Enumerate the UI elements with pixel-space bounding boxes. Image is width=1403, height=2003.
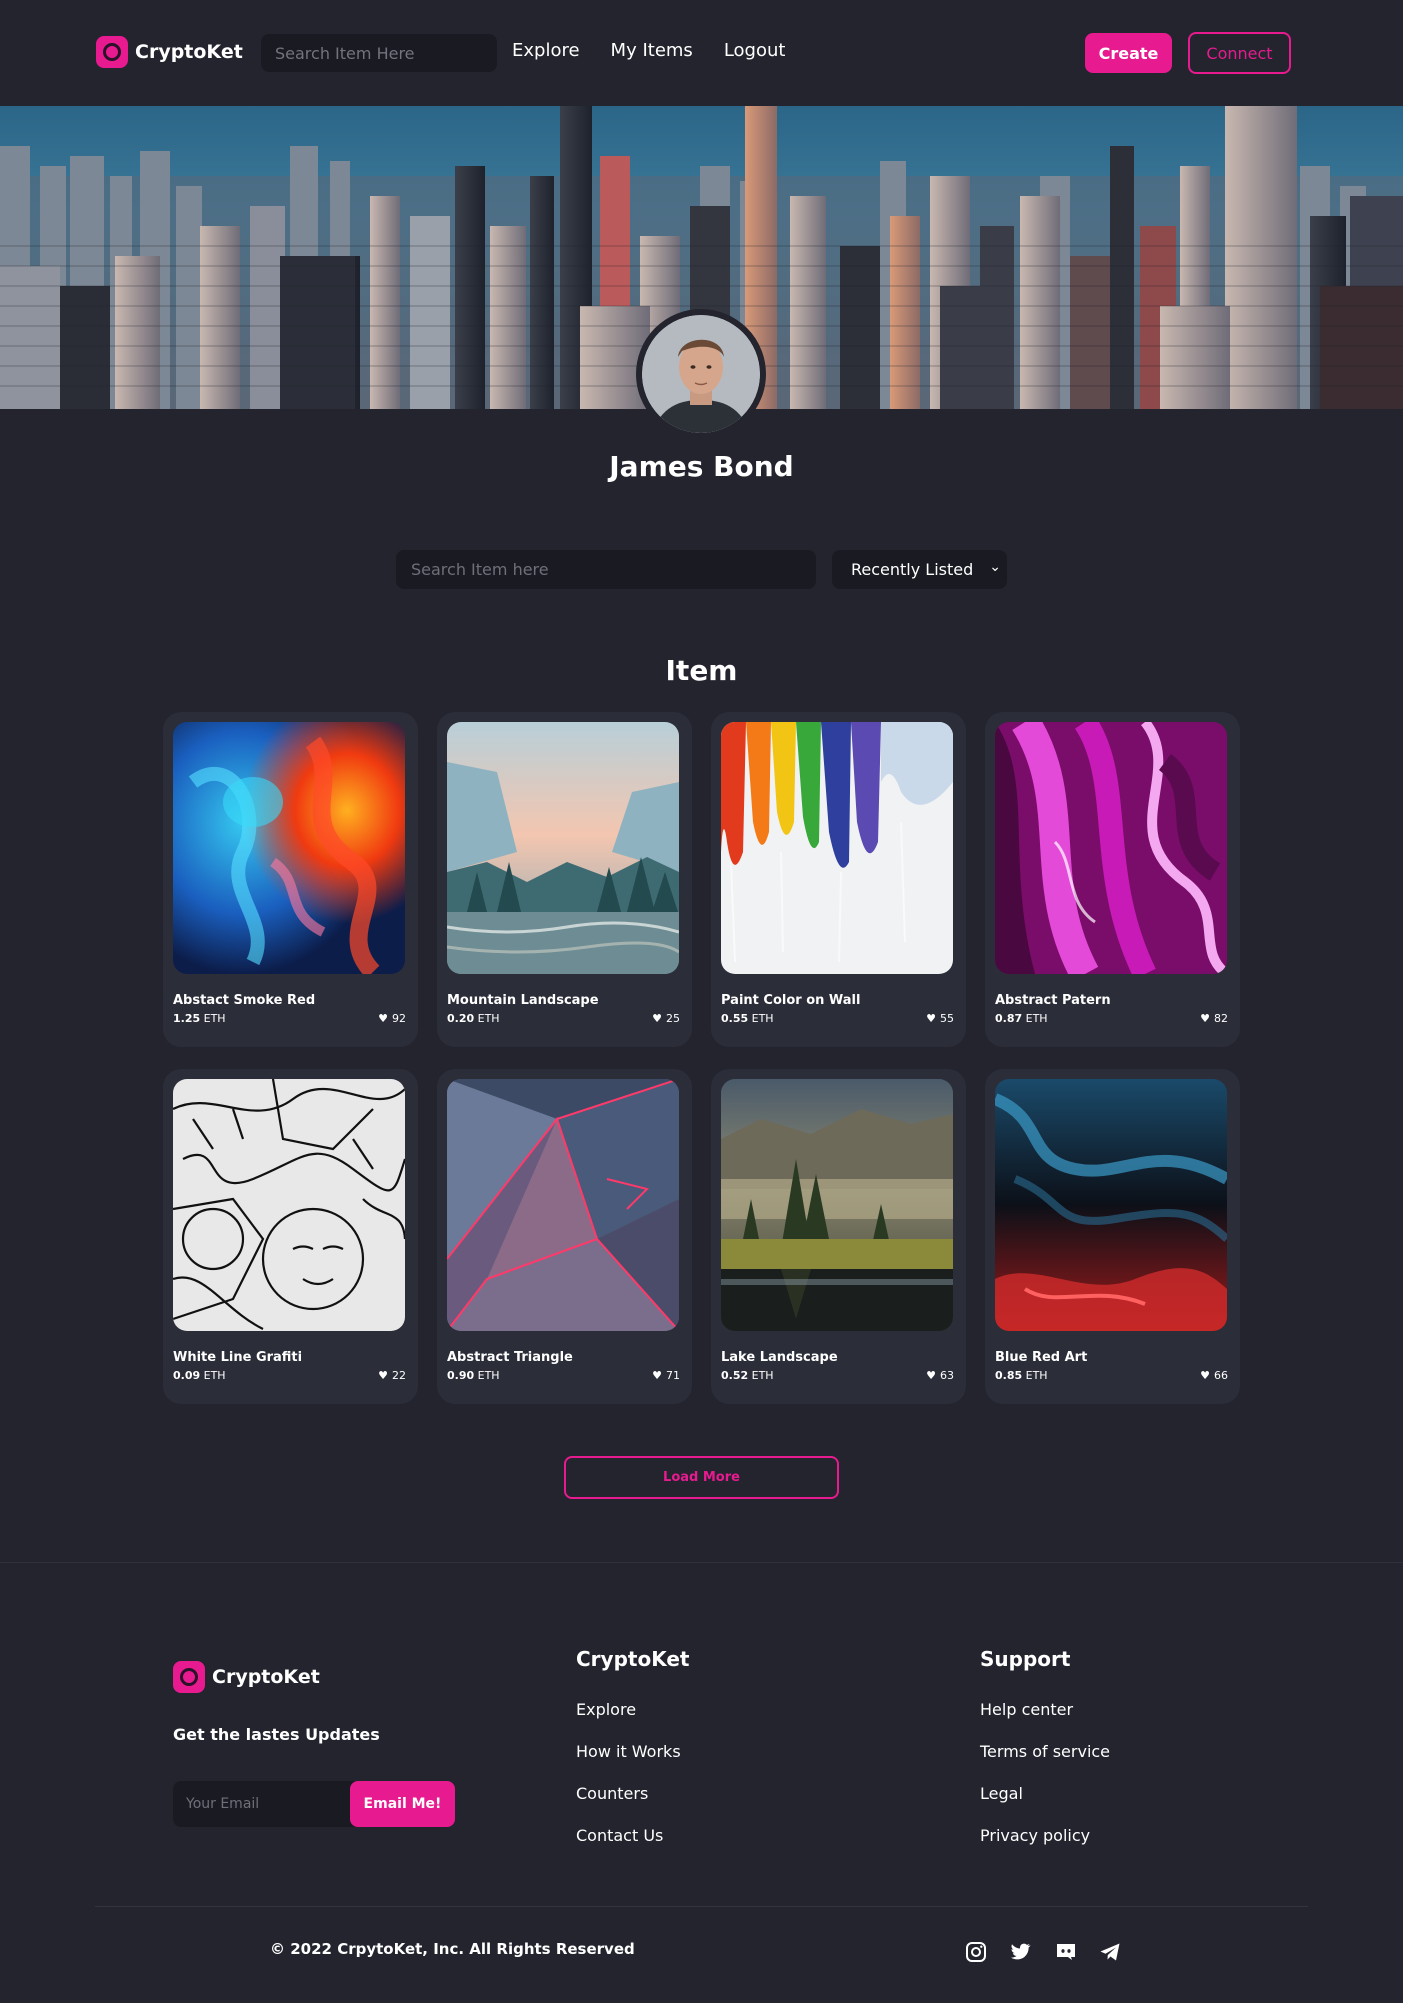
profile-avatar [636, 309, 766, 439]
copyright-text: © 2022 CrpytoKet, Inc. All Rights Reserv… [270, 1940, 635, 1958]
footer-col-cryptoket-title: CryptoKet [576, 1647, 690, 1671]
item-likes: ♥ 66 [1200, 1369, 1228, 1382]
item-card[interactable]: Abstact Smoke Red 1.25 ETH ♥ 92 [163, 712, 418, 1047]
section-divider [0, 1562, 1403, 1563]
item-likes: ♥ 55 [926, 1012, 954, 1025]
item-image-blue-red [995, 1079, 1227, 1331]
item-likes: ♥ 82 [1200, 1012, 1228, 1025]
footer-link-privacy[interactable]: Privacy policy [980, 1826, 1090, 1845]
create-button[interactable]: Create [1085, 33, 1172, 73]
chevron-down-icon: ⌄ [989, 559, 1001, 575]
item-card[interactable]: Lake Landscape 0.52 ETH ♥ 63 [711, 1069, 966, 1404]
item-name: Abstact Smoke Red [173, 993, 316, 1008]
telegram-icon[interactable] [1098, 1940, 1122, 1964]
nav-link-explore[interactable]: Explore [512, 40, 580, 61]
item-name: Blue Red Art [995, 1350, 1088, 1365]
item-price: 1.25 ETH [173, 1012, 226, 1025]
footer-link-contact-us[interactable]: Contact Us [576, 1826, 663, 1845]
footer-link-explore[interactable]: Explore [576, 1700, 636, 1719]
item-name: Abstract Triangle [447, 1350, 573, 1365]
item-image-lake [721, 1079, 953, 1331]
newsletter-heading: Get the lastes Updates [173, 1725, 380, 1744]
nav-links: Explore My Items Logout [512, 40, 785, 61]
nav-link-logout[interactable]: Logout [724, 40, 786, 61]
heart-icon: ♥ [926, 1012, 936, 1025]
profile-name: James Bond [609, 450, 794, 483]
item-image-paint [721, 722, 953, 974]
heart-icon: ♥ [926, 1369, 936, 1382]
heart-icon: ♥ [1200, 1012, 1210, 1025]
instagram-icon[interactable] [964, 1940, 988, 1964]
item-name: Mountain Landscape [447, 993, 599, 1008]
item-card[interactable]: Abstract Patern 0.87 ETH ♥ 82 [985, 712, 1240, 1047]
brand-name: CryptoKet [135, 41, 243, 63]
item-price: 0.52 ETH [721, 1369, 774, 1382]
footer-link-help-center[interactable]: Help center [980, 1700, 1073, 1719]
item-image-grafiti [173, 1079, 405, 1331]
item-card[interactable]: Mountain Landscape 0.20 ETH ♥ 25 [437, 712, 692, 1047]
item-name: Paint Color on Wall [721, 993, 861, 1008]
email-me-button[interactable]: Email Me! [350, 1781, 455, 1827]
item-name: Lake Landscape [721, 1350, 838, 1365]
footer-brand-logo[interactable]: CryptoKet [173, 1661, 320, 1693]
twitter-icon[interactable] [1008, 1940, 1032, 1964]
item-likes: ♥ 22 [378, 1369, 406, 1382]
load-more-button[interactable]: Load More [564, 1456, 839, 1499]
logo-icon [173, 1661, 205, 1693]
item-price: 0.85 ETH [995, 1369, 1048, 1382]
item-card[interactable]: Blue Red Art 0.85 ETH ♥ 66 [985, 1069, 1240, 1404]
footer-link-how-it-works[interactable]: How it Works [576, 1742, 681, 1761]
item-price: 0.20 ETH [447, 1012, 500, 1025]
item-search-input[interactable] [396, 550, 816, 589]
sort-selected-value: Recently Listed [851, 560, 974, 579]
heart-icon: ♥ [378, 1012, 388, 1025]
item-card[interactable]: White Line Grafiti 0.09 ETH ♥ 22 [163, 1069, 418, 1404]
heart-icon: ♥ [1200, 1369, 1210, 1382]
footer-brand-name: CryptoKet [212, 1666, 320, 1688]
discord-icon[interactable] [1054, 1940, 1078, 1964]
avatar-portrait-image [642, 315, 760, 433]
item-price: 0.55 ETH [721, 1012, 774, 1025]
logo-icon [96, 36, 128, 68]
nav-link-my-items[interactable]: My Items [611, 40, 693, 61]
brand-logo[interactable]: CryptoKet [96, 36, 243, 68]
item-likes: ♥ 71 [652, 1369, 680, 1382]
item-name: White Line Grafiti [173, 1350, 303, 1365]
item-price: 0.90 ETH [447, 1369, 500, 1382]
section-title: Item [665, 654, 738, 687]
newsletter-email-input[interactable] [173, 1781, 363, 1827]
heart-icon: ♥ [652, 1369, 662, 1382]
connect-button[interactable]: Connect [1188, 32, 1291, 74]
top-navbar: CryptoKet Explore My Items Logout Create… [0, 0, 1403, 106]
item-card[interactable]: Abstract Triangle 0.90 ETH ♥ 71 [437, 1069, 692, 1404]
item-image-mountain [447, 722, 679, 974]
footer-link-counters[interactable]: Counters [576, 1784, 648, 1803]
item-likes: ♥ 92 [378, 1012, 406, 1025]
item-price: 0.09 ETH [173, 1369, 226, 1382]
item-price: 0.87 ETH [995, 1012, 1048, 1025]
item-name: Abstract Patern [995, 993, 1111, 1008]
item-image-pattern [995, 722, 1227, 974]
item-image-smoke [173, 722, 405, 974]
heart-icon: ♥ [652, 1012, 662, 1025]
nav-search-input[interactable] [261, 34, 497, 72]
item-likes: ♥ 63 [926, 1369, 954, 1382]
footer-col-support-title: Support [980, 1647, 1071, 1671]
footer-link-legal[interactable]: Legal [980, 1784, 1023, 1803]
heart-icon: ♥ [378, 1369, 388, 1382]
footer-divider [95, 1906, 1308, 1907]
footer-link-terms[interactable]: Terms of service [980, 1742, 1110, 1761]
item-likes: ♥ 25 [652, 1012, 680, 1025]
item-card[interactable]: Paint Color on Wall 0.55 ETH ♥ 55 [711, 712, 966, 1047]
item-image-triangle [447, 1079, 679, 1331]
sort-select[interactable]: Recently Listed ⌄ [832, 550, 1007, 589]
